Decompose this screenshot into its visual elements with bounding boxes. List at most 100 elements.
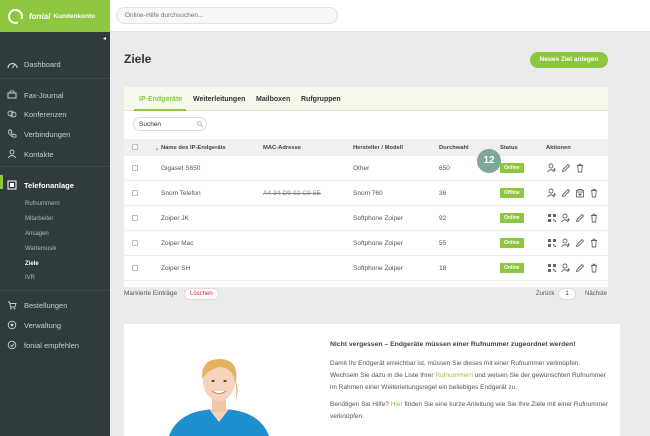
sidebar-item-verbindungen[interactable]: Verbindungen: [0, 128, 110, 140]
subnav-item-wartemusik[interactable]: Wartemusik: [25, 246, 56, 252]
delete-icon[interactable]: [588, 212, 600, 224]
brand-subtitle: Kundenkonto: [53, 12, 96, 20]
tab-ip-endgeraete[interactable]: IP-Endgeräte: [139, 96, 182, 103]
subnav-item-ansagen[interactable]: Ansagen: [25, 231, 49, 237]
edit-icon[interactable]: [574, 237, 586, 249]
sidebar-item-kontakte[interactable]: Kontakte: [0, 148, 110, 160]
active-tab-indicator: [134, 109, 186, 111]
device-name: Zoiper Mac: [161, 240, 194, 247]
delete-icon[interactable]: [574, 162, 586, 174]
collapse-sidebar-icon[interactable]: ◂: [103, 35, 106, 42]
row-checkbox[interactable]: [132, 265, 138, 271]
assign-user-icon[interactable]: [560, 212, 572, 224]
delete-icon[interactable]: [588, 262, 600, 274]
edit-icon[interactable]: [560, 187, 572, 199]
device-name: Zoiper SH: [161, 265, 191, 272]
subnav-item-ivr[interactable]: IVR: [25, 275, 35, 281]
device-model: Softphone Zoiper: [353, 240, 403, 247]
sidebar-item-bestellungen[interactable]: Bestellungen: [0, 299, 110, 311]
sidebar-item-label: Verbindungen: [24, 129, 71, 139]
tab-bar: IP-Endgeräte Weiterleitungen Mailboxen R…: [124, 87, 608, 111]
qr-code-icon[interactable]: [546, 262, 558, 274]
subnav-item-mitarbeiter[interactable]: Mitarbeiter: [25, 216, 53, 222]
help-link[interactable]: Hier: [391, 401, 403, 408]
device-model: Snom 760: [353, 190, 383, 197]
help-search-input[interactable]: [116, 7, 338, 24]
table-row[interactable]: Zoiper JK Softphone Zoiper 92 Online: [124, 206, 608, 231]
dashboard-icon: [6, 58, 18, 70]
status-badge: Online: [500, 213, 524, 223]
page-number-input[interactable]: 1: [558, 288, 576, 300]
column-header-name[interactable]: Name des IP-Endgeräts: [161, 145, 226, 151]
pager-back-link[interactable]: Zurück: [536, 291, 554, 297]
row-checkbox[interactable]: [132, 240, 138, 246]
rufnummern-link[interactable]: Rufnummern: [435, 372, 473, 379]
tab-weiterleitungen[interactable]: Weiterleitungen: [193, 96, 245, 103]
sidebar-item-verwaltung[interactable]: Verwaltung: [0, 319, 110, 331]
divider: [0, 78, 110, 79]
divider: [0, 166, 110, 167]
assign-user-icon[interactable]: [546, 187, 558, 199]
sidebar-item-label: Konferenzen: [24, 109, 67, 119]
pager-next-link[interactable]: Nächste: [585, 291, 607, 297]
subnav-item-rufnummern[interactable]: Rufnummern: [25, 201, 60, 207]
column-header-mac[interactable]: MAC-Adresse: [263, 145, 301, 151]
qr-code-icon[interactable]: [546, 212, 558, 224]
new-target-button[interactable]: Neues Ziel anlegen: [530, 52, 608, 68]
device-extension: 18: [439, 265, 447, 272]
table-row[interactable]: Gigaset S650 Other 650 Online: [124, 156, 608, 181]
sidebar-item-fonial-empfehlen[interactable]: fonial empfehlen: [0, 339, 110, 351]
device-name: Snom Telefon: [161, 190, 201, 197]
edit-icon[interactable]: [574, 262, 586, 274]
table-row[interactable]: Zoiper Mac Softphone Zoiper 55 Online: [124, 231, 608, 256]
column-header-model[interactable]: Hersteller / Modell: [353, 145, 403, 151]
row-checkbox[interactable]: [132, 190, 138, 196]
info-line: im Rahmen einer Weiterleitungsregel ein …: [330, 384, 518, 391]
table-row[interactable]: Snom Telefon A4-34-D9-92-C9-5E Snom 760 …: [124, 181, 608, 206]
sidebar: ◂ Dashboard Fax-Journal Konferenzen Verb…: [0, 32, 110, 436]
info-paragraph: Damit Ihr Endgerät erreichbar ist, müsse…: [330, 358, 615, 394]
sidebar-item-fax-journal[interactable]: Fax-Journal: [0, 89, 110, 101]
sidebar-item-dashboard[interactable]: Dashboard: [0, 58, 110, 70]
edit-icon[interactable]: [560, 162, 572, 174]
sidebar-item-label: Fax-Journal: [24, 90, 64, 100]
sidebar-item-telefonanlage[interactable]: Telefonanlage: [0, 179, 110, 191]
edit-icon[interactable]: [574, 212, 586, 224]
info-text: Benötigen Sie Hilfe?: [330, 401, 391, 408]
brand-header[interactable]: fonial Kundenkonto: [0, 0, 110, 32]
sidebar-item-konferenzen[interactable]: Konferenzen: [0, 108, 110, 120]
column-header-status: Status: [500, 145, 518, 151]
delete-selected-button[interactable]: Löschen: [184, 288, 219, 300]
desk-phone-icon[interactable]: [574, 187, 586, 199]
marked-entries-label: Markierte Einträge: [124, 290, 178, 297]
table-row[interactable]: Zoiper SH Softphone Zoiper 18 Online: [124, 256, 608, 281]
assign-user-icon[interactable]: [546, 162, 558, 174]
info-text: und weisen Sie der gewünschten Rufnummer: [472, 372, 606, 379]
row-checkbox[interactable]: [132, 215, 138, 221]
info-line: Wechseln Sie dazu in die Liste Ihrer Ruf…: [330, 370, 615, 382]
info-line: Benötigen Sie Hilfe? Hier finden Sie ein…: [330, 399, 615, 411]
column-header-extension[interactable]: Durchwahl: [439, 145, 469, 151]
subnav-item-ziele[interactable]: Ziele: [25, 261, 39, 267]
phone-icon: [6, 128, 18, 140]
tab-rufgruppen[interactable]: Rufgruppen: [301, 96, 341, 103]
delete-icon[interactable]: [588, 237, 600, 249]
cart-icon: [6, 299, 18, 311]
info-paragraph: Benötigen Sie Hilfe? Hier finden Sie ein…: [330, 399, 615, 423]
table-search-input[interactable]: [133, 117, 207, 131]
tab-mailboxen[interactable]: Mailboxen: [256, 96, 290, 103]
table-header: ▲ Name des IP-Endgeräts MAC-Adresse Hers…: [124, 139, 608, 156]
delete-icon[interactable]: [588, 187, 600, 199]
fax-icon: [6, 89, 18, 101]
row-checkbox[interactable]: [132, 165, 138, 171]
qr-code-icon[interactable]: [546, 237, 558, 249]
device-model: Softphone Zoiper: [353, 215, 403, 222]
column-header-actions: Aktionen: [546, 145, 571, 151]
sort-asc-icon[interactable]: ▲: [155, 146, 159, 151]
search-icon[interactable]: [197, 121, 203, 129]
assign-user-icon[interactable]: [560, 262, 572, 274]
select-all-checkbox[interactable]: [132, 144, 138, 150]
status-badge: Online: [500, 163, 524, 173]
assign-user-icon[interactable]: [560, 237, 572, 249]
conference-icon: [6, 108, 18, 120]
